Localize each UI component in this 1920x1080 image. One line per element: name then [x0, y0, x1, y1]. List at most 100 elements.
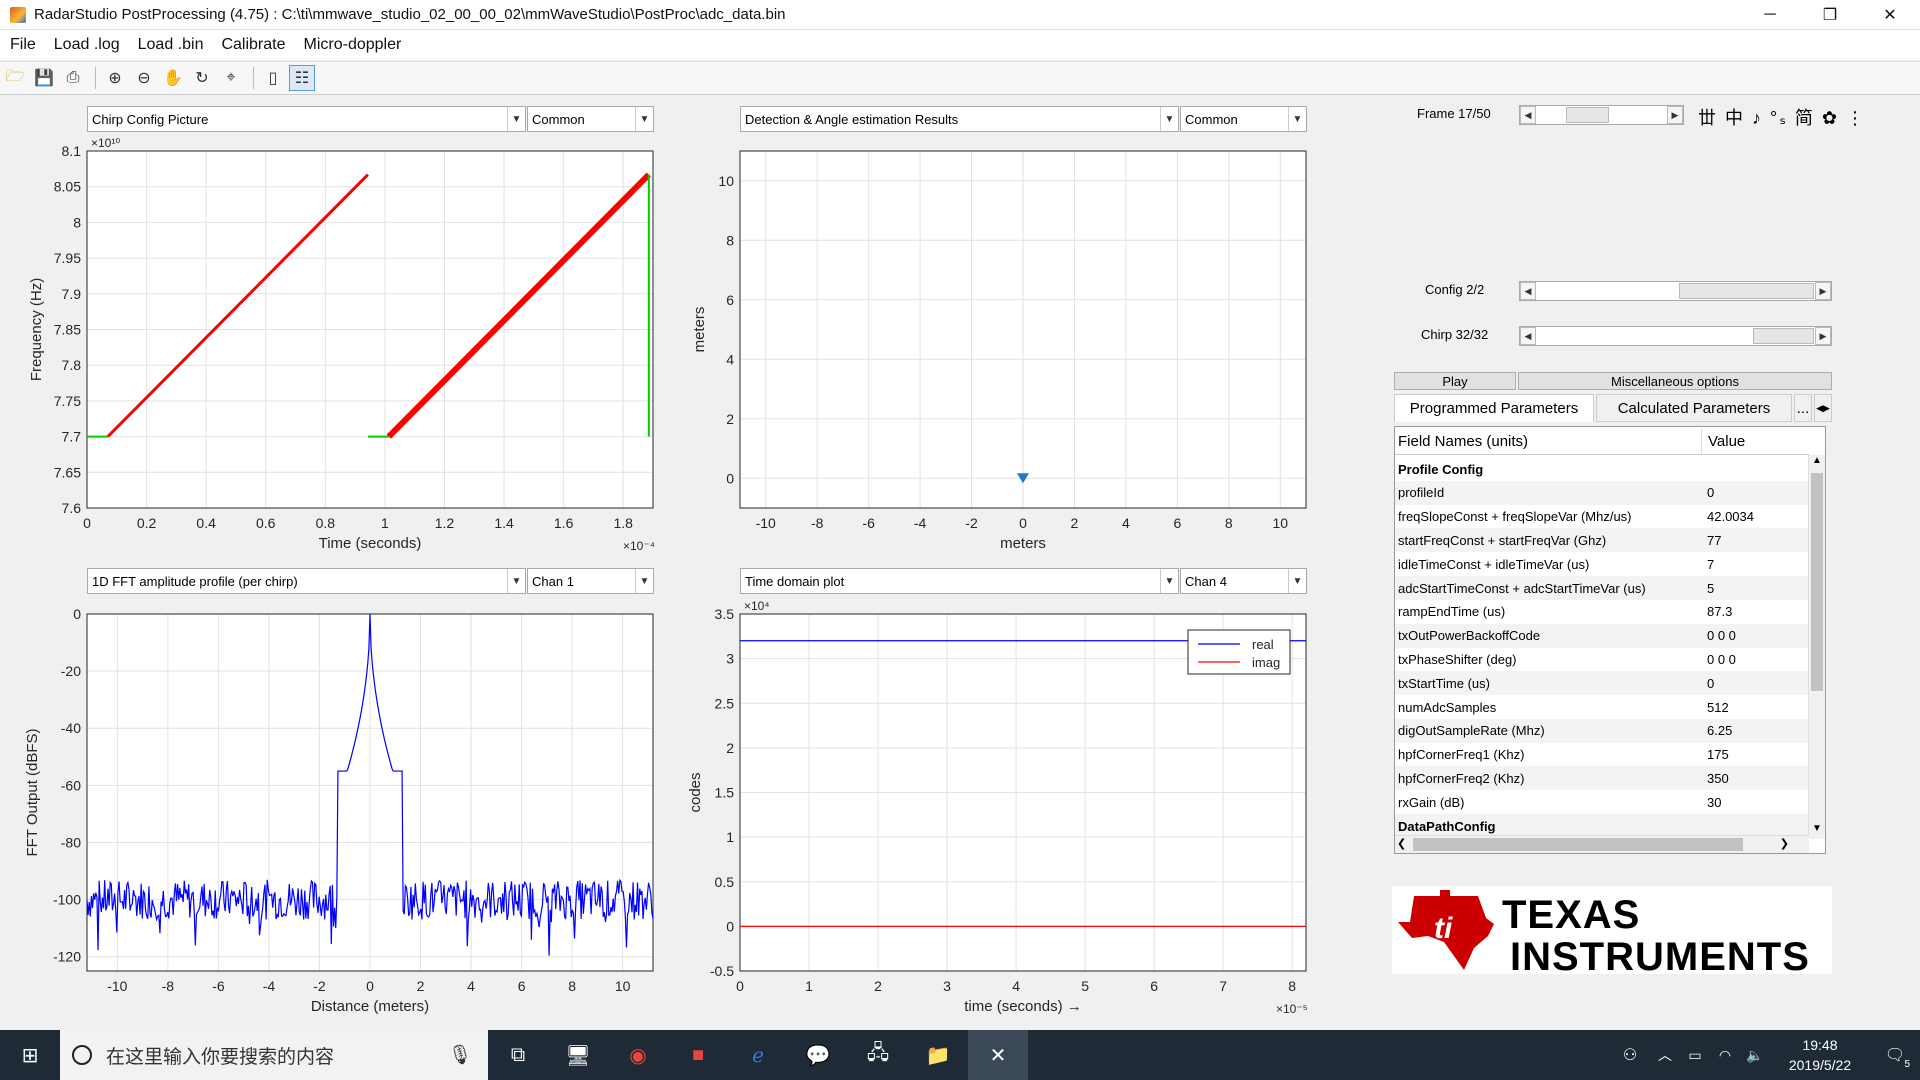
rotate-icon[interactable]: ↻ [189, 65, 215, 91]
value-cell[interactable]: 350 [1701, 771, 1729, 786]
menu-load-log[interactable]: Load .log [48, 36, 132, 54]
print-icon[interactable]: ⎙ [60, 65, 86, 91]
table-row[interactable]: hpfCornerFreq2 (Khz) 350 [1395, 766, 1809, 791]
value-cell[interactable]: 77 [1701, 533, 1721, 548]
y-tick-label: 7.7 [62, 429, 82, 445]
battery-icon[interactable]: ▭ [1680, 1030, 1710, 1080]
value-cell[interactable]: 30 [1701, 795, 1721, 810]
horizontal-scroll-thumb[interactable] [1413, 838, 1743, 851]
restore-button[interactable]: ❐ [1800, 0, 1860, 30]
table-row[interactable]: digOutSampleRate (Mhz) 6.25 [1395, 718, 1809, 743]
clock[interactable]: 19:48 2019/5/22 [1770, 1035, 1870, 1075]
x-axis-label: Distance (meters) [311, 998, 429, 1015]
misc-options-button[interactable]: Miscellaneous options [1518, 372, 1832, 390]
value-cell[interactable]: 6.25 [1701, 723, 1732, 738]
table-row[interactable]: txPhaseShifter (deg) 0 0 0 [1395, 647, 1809, 671]
task-view-icon[interactable]: ⧉ [488, 1030, 548, 1080]
table-row[interactable]: Profile Config [1395, 457, 1809, 481]
tab-calculated-parameters[interactable]: Calculated Parameters [1596, 394, 1792, 422]
frame-toolbar-icons[interactable]: 丗 中 ♪ °ₛ 简 ✿ ⋮ [1698, 104, 1866, 130]
close-button[interactable]: ✕ [1860, 0, 1920, 30]
wifi-icon[interactable]: ◠ [1710, 1030, 1740, 1080]
tray-expand-icon[interactable]: ︿ [1650, 1030, 1680, 1080]
chirp-slider[interactable]: ◀ ▶ [1519, 326, 1832, 346]
open-icon[interactable]: 🗁 [2, 65, 28, 91]
slider-left-arrow-icon[interactable]: ◀ [1520, 282, 1536, 300]
data-cursor-icon[interactable]: ⌖ [218, 65, 244, 91]
table-row[interactable]: numAdcSamples 512 [1395, 695, 1809, 719]
vertical-scroll-thumb[interactable] [1811, 473, 1823, 691]
config-slider-thumb[interactable] [1679, 283, 1814, 299]
slider-left-arrow-icon[interactable]: ◀ [1520, 327, 1536, 345]
table-row[interactable]: txStartTime (us) 0 [1395, 671, 1809, 696]
slider-left-arrow-icon[interactable]: ◀ [1520, 106, 1536, 124]
table-row[interactable]: rampEndTime (us) 87.3 [1395, 600, 1809, 624]
value-cell[interactable]: 5 [1701, 581, 1714, 596]
slider-right-arrow-icon[interactable]: ▶ [1815, 327, 1831, 345]
scroll-left-arrow-icon[interactable]: ❮ [1397, 837, 1406, 850]
x-axis-label: time (seconds) → [964, 998, 1082, 1015]
table-vertical-scrollbar[interactable]: ▲ ▼ [1808, 455, 1825, 839]
table-row[interactable]: startFreqConst + startFreqVar (Ghz) 77 [1395, 528, 1809, 553]
y-tick-label: 2 [726, 740, 734, 756]
matlab-taskbar-icon[interactable]: ✕ [968, 1030, 1028, 1080]
table-row[interactable]: txOutPowerBackoffCode 0 0 0 [1395, 623, 1809, 648]
frame-slider-thumb[interactable] [1566, 107, 1610, 123]
title-bar: RadarStudio PostProcessing (4.75) : C:\t… [0, 0, 1920, 30]
value-cell[interactable]: 0 0 0 [1701, 652, 1736, 667]
volume-icon[interactable]: 🔈 [1740, 1030, 1770, 1080]
value-cell[interactable]: 512 [1701, 700, 1729, 715]
file-explorer-icon[interactable]: 📁 [908, 1030, 968, 1080]
notification-icon[interactable]: 🗨 5 [1870, 1030, 1920, 1080]
field-name-cell: DataPathConfig [1398, 818, 1496, 834]
table-row[interactable]: profileId 0 [1395, 480, 1809, 505]
value-cell[interactable]: 0 0 0 [1701, 628, 1736, 643]
chirp-slider-thumb[interactable] [1753, 328, 1814, 344]
slider-right-arrow-icon[interactable]: ▶ [1667, 106, 1683, 124]
people-icon[interactable]: ⚇ [1610, 1030, 1650, 1080]
value-cell[interactable]: 87.3 [1701, 604, 1732, 619]
value-cell[interactable]: 0 [1701, 485, 1714, 500]
table-row[interactable]: freqSlopeConst + freqSlopeVar (Mhz/us) 42… [1395, 505, 1809, 529]
youdao-icon[interactable]: ■ [668, 1030, 728, 1080]
field-name-cell: hpfCornerFreq2 (Khz) [1398, 770, 1525, 786]
slider-right-arrow-icon[interactable]: ▶ [1815, 282, 1831, 300]
scroll-right-arrow-icon[interactable]: ❯ [1780, 837, 1789, 850]
pan-icon[interactable]: ✋ [160, 65, 186, 91]
scroll-up-arrow-icon[interactable]: ▲ [1809, 455, 1825, 471]
frame-slider[interactable]: ◀ ▶ [1519, 105, 1684, 125]
save-icon[interactable]: 💾 [31, 65, 57, 91]
table-row[interactable]: idleTimeConst + idleTimeVar (us) 7 [1395, 552, 1809, 576]
table-row[interactable]: hpfCornerFreq1 (Khz) 175 [1395, 743, 1809, 767]
microphone-icon[interactable]: 🎙 [448, 1043, 472, 1067]
menu-load-bin[interactable]: Load .bin [132, 36, 216, 54]
remote-desktop-icon[interactable]: 🖧 [848, 1030, 908, 1080]
colorbar-icon[interactable]: ▯ [260, 65, 286, 91]
value-cell[interactable]: 0 [1701, 676, 1714, 691]
value-cell[interactable]: 42.0034 [1701, 509, 1754, 524]
table-row[interactable]: adcStartTimeConst + adcStartTimeVar (us)… [1395, 576, 1809, 600]
value-cell[interactable]: 7 [1701, 557, 1714, 572]
table-horizontal-scrollbar[interactable]: ❮ ❯ [1395, 835, 1809, 853]
zoom-out-icon[interactable]: ⊖ [131, 65, 157, 91]
scroll-down-arrow-icon[interactable]: ▼ [1809, 823, 1825, 839]
legend-icon[interactable]: ☷ [289, 65, 315, 91]
chrome-icon[interactable]: ◉ [608, 1030, 668, 1080]
menu-file[interactable]: File [4, 36, 48, 54]
tab-programmed-parameters[interactable]: Programmed Parameters [1394, 394, 1594, 422]
value-cell[interactable]: 175 [1701, 747, 1729, 762]
edge-icon[interactable]: ℯ [728, 1030, 788, 1080]
play-button[interactable]: Play [1394, 372, 1516, 390]
taskbar-search[interactable]: 在这里输入你要搜索的内容 🎙 [60, 1030, 488, 1080]
menu-micro-doppler[interactable]: Micro-doppler [298, 36, 414, 54]
tab-scroll-arrows[interactable]: ◀▶ [1814, 394, 1832, 422]
table-row[interactable]: rxGain (dB) 30 [1395, 790, 1809, 814]
windows-start-icon[interactable]: ⊞ [0, 1030, 60, 1080]
explorer-app-icon[interactable]: 🖥 [548, 1030, 608, 1080]
config-slider[interactable]: ◀ ▶ [1519, 281, 1832, 301]
minimize-button[interactable]: ─ [1740, 0, 1800, 30]
menu-calibrate[interactable]: Calibrate [215, 36, 297, 54]
wechat-icon[interactable]: 💬 [788, 1030, 848, 1080]
zoom-in-icon[interactable]: ⊕ [102, 65, 128, 91]
tab-more[interactable]: ... [1794, 394, 1812, 422]
